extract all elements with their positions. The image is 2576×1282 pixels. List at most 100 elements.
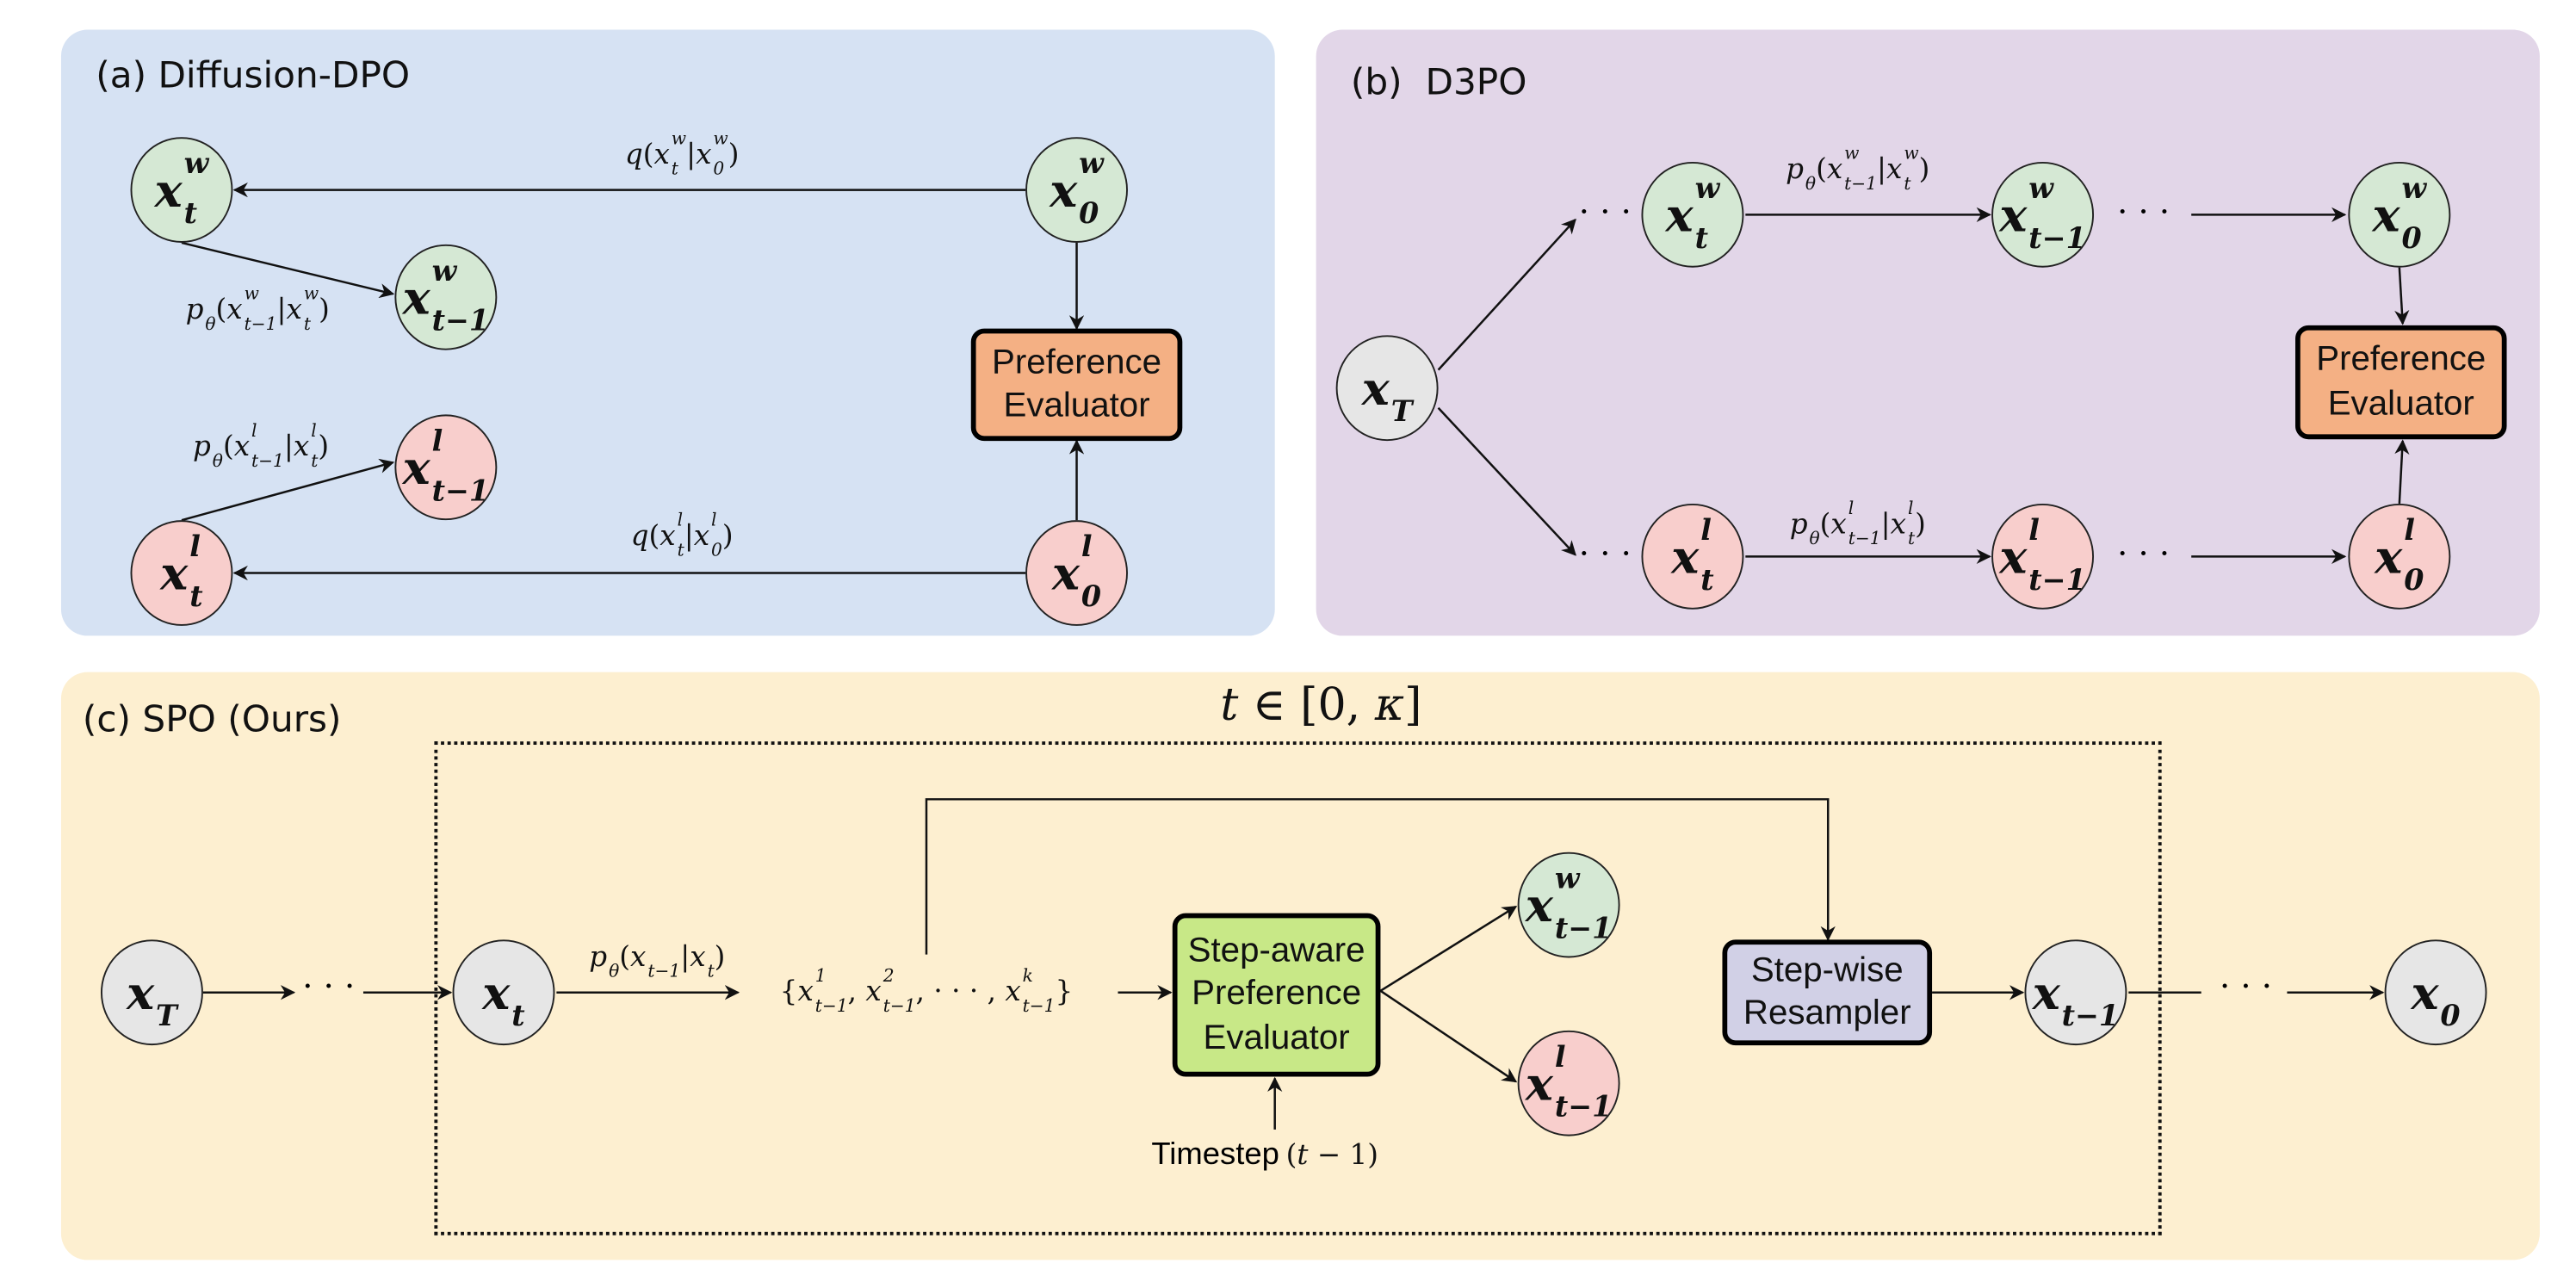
math-symbol: | — [684, 520, 694, 554]
math-scripts: w0 — [713, 130, 728, 179]
dots-b-winner-mid: · · · — [2117, 191, 2170, 232]
math-expression: x t — [482, 963, 524, 1032]
math-scripts: w0 — [1079, 150, 1104, 231]
math-symbol: x — [1671, 529, 1700, 585]
edge-label-a-p-winner: p θ(x w t−1 | x w t) — [185, 285, 330, 334]
math-expression: xl0 — [2375, 516, 2424, 597]
math-subscript: t−1 — [431, 475, 490, 509]
math-symbol: ) — [1915, 508, 1926, 542]
math-symbol: p — [192, 430, 211, 464]
arrow-b-xT-to-loser — [1437, 406, 1576, 556]
math-scripts: wt — [304, 285, 319, 334]
math-subscript: t — [1694, 223, 1708, 257]
math-symbol: ] — [1404, 680, 1422, 734]
node-b-x0-winner: xw0 — [2348, 161, 2451, 268]
node-c-xt1-winner: x w t−1 — [1517, 852, 1620, 958]
math-symbol: | — [686, 139, 697, 172]
node-b-x0-loser: xl0 — [2348, 503, 2451, 610]
math-subscript: t−1 — [814, 996, 848, 1017]
math-symbol: , · · · , — [915, 975, 1006, 1009]
edge-label-a-q-loser: q(x l t | x l 0) — [631, 511, 734, 560]
math-expression: q(x w t | x w 0) — [625, 130, 740, 179]
step-evaluator-line3: Evaluator — [1203, 1018, 1350, 1056]
math-expression: x T — [127, 963, 177, 1032]
math-subscript: t — [677, 541, 684, 561]
math-subscript: t−1 — [2028, 565, 2086, 598]
math-expression: x l t−1 — [403, 427, 489, 508]
math-symbol: | — [680, 941, 690, 975]
math-symbol: | — [283, 430, 294, 464]
math-symbol: x — [286, 294, 302, 327]
math-superscript: l — [1848, 499, 1855, 519]
math-scripts: k t−1 — [1023, 967, 1056, 1016]
math-symbol: x — [293, 430, 310, 464]
node-a-xt-winner: xwt — [130, 137, 233, 243]
arrow-b-x0w-to-evaluator — [2394, 267, 2410, 325]
math-superscript: w — [1694, 172, 1720, 207]
edge-label-a-p-loser: p θ(x l t−1 | x l t) — [192, 422, 329, 471]
math-scripts: t — [708, 939, 715, 981]
node-b-xt1-winner: x w t−1 — [1991, 161, 2095, 268]
math-scripts: l t−1 — [251, 422, 284, 471]
math-symbol: ) — [714, 941, 726, 975]
math-subscript: 0 — [711, 541, 722, 561]
math-subscript: t−1 — [1022, 996, 1056, 1017]
math-superscript: w — [2028, 172, 2053, 207]
math-scripts: l t−1 — [432, 427, 489, 508]
math-symbol: p — [1786, 153, 1804, 187]
math-scripts: 1 t−1 — [815, 967, 848, 1016]
math-scripts: w t−1 — [432, 257, 489, 338]
math-symbol: p — [185, 294, 204, 327]
math-expression: x t−1 — [2033, 963, 2119, 1032]
node-a-x0-loser: xl0 — [1025, 520, 1128, 626]
math-subscript: t — [1907, 530, 1916, 550]
math-subscript: T — [1390, 396, 1413, 430]
arrow-b-xT-to-winner — [1437, 218, 1576, 371]
math-symbol: ( — [619, 941, 631, 975]
math-symbol: x — [2375, 529, 2403, 585]
math-scripts: l0 — [1081, 533, 1101, 614]
math-symbol: | — [276, 294, 287, 327]
step-evaluator-line1: Step-aware — [1187, 931, 1365, 970]
math-scripts: lt — [1908, 500, 1915, 549]
node-a-xt1-winner: x w t−1 — [394, 244, 498, 350]
math-subscript: 0 — [2404, 565, 2424, 598]
math-scripts: t — [511, 963, 524, 1032]
arrow-c-evaluator-to-loser — [1379, 989, 1518, 1083]
math-superscript: l — [251, 421, 257, 442]
math-symbol: x — [1525, 877, 1553, 932]
evaluator-b-line1: Preference — [2316, 340, 2486, 379]
dots-b-loser-start: · · · — [1578, 533, 1632, 573]
math-expression: x w t−1 — [402, 257, 489, 338]
dots-b-loser-mid: · · · — [2117, 533, 2170, 573]
math-expression: (t − 1) — [1286, 1139, 1378, 1172]
math-subscript: t−1 — [1554, 913, 1613, 947]
step-wise-resampler: Step-wise Resampler — [1722, 939, 1933, 1046]
math-symbol: x — [1525, 1056, 1553, 1111]
arrow-c-evaluator-to-winner — [1379, 905, 1518, 992]
math-symbol: ( — [1819, 508, 1831, 542]
math-superscript: w — [2401, 172, 2427, 207]
math-subscript: t — [1700, 565, 1714, 598]
math-superscript: l — [311, 421, 317, 442]
math-symbol: x — [402, 269, 430, 325]
math-symbol: p — [1789, 508, 1808, 542]
math-subscript: t — [183, 198, 198, 232]
math-subscript: 0 — [1079, 198, 1099, 232]
math-subscript: t−1 — [2061, 1000, 2120, 1034]
math-symbol: x — [226, 294, 243, 327]
math-symbol: x — [1999, 529, 2028, 585]
math-symbol: x — [653, 139, 670, 172]
math-subscript: t — [189, 581, 203, 615]
dots-b-winner-start: · · · — [1578, 191, 1632, 232]
math-superscript: l — [711, 511, 717, 531]
math-symbol: x — [1050, 162, 1078, 218]
math-scripts: θ — [1805, 152, 1816, 194]
math-scripts: w0 — [2401, 174, 2426, 255]
arrow-a-xtw-to-xt1w — [181, 241, 395, 299]
math-scripts: t−1 — [647, 939, 680, 981]
math-symbol: x — [696, 139, 712, 172]
math-subscript: θ — [1805, 174, 1817, 195]
math-symbol: } — [1055, 975, 1074, 1009]
math-superscript: l — [2028, 514, 2040, 548]
